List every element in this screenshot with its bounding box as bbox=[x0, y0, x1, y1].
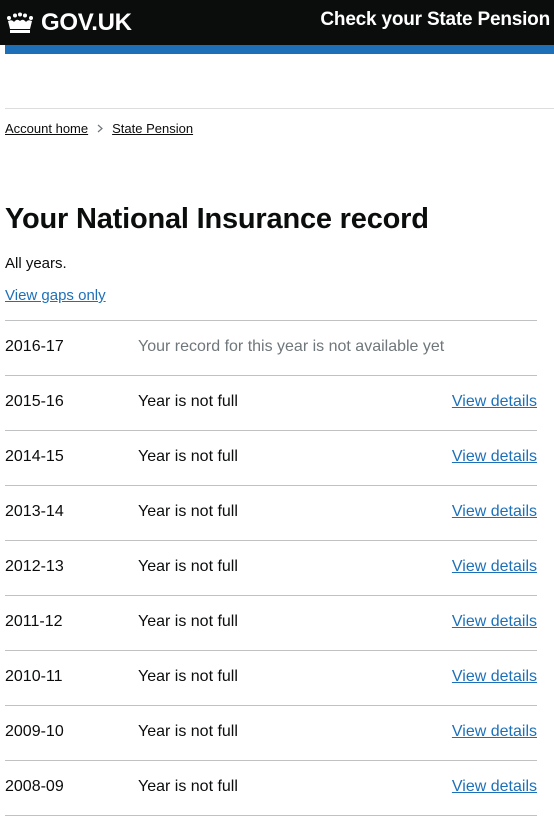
breadcrumb-state-pension[interactable]: State Pension bbox=[112, 121, 193, 136]
record-status: Year is not full bbox=[138, 503, 238, 520]
record-row: 2012-13 Year is not full View details bbox=[5, 541, 537, 596]
view-details-link[interactable]: View details bbox=[452, 723, 537, 741]
site-header: GOV.UK Check your State Pension bbox=[0, 0, 554, 45]
record-year: 2016-17 bbox=[5, 338, 64, 355]
record-status: Year is not full bbox=[138, 668, 238, 685]
record-row: 2010-11 Year is not full View details bbox=[5, 651, 537, 706]
view-details-link[interactable]: View details bbox=[452, 558, 537, 576]
record-year: 2014-15 bbox=[5, 448, 64, 465]
view-details-link[interactable]: View details bbox=[452, 613, 537, 631]
service-name-link[interactable]: Check your State Pension bbox=[320, 9, 550, 31]
record-year: 2008-09 bbox=[5, 778, 64, 795]
record-status: Year is not full bbox=[138, 393, 238, 410]
record-year: 2009-10 bbox=[5, 723, 64, 740]
record-status: Year is not full bbox=[138, 778, 238, 795]
divider bbox=[5, 108, 554, 109]
record-row: 2014-15 Year is not full View details bbox=[5, 431, 537, 486]
records-list: 2016-17 Your record for this year is not… bbox=[5, 321, 537, 816]
record-status: Year is not full bbox=[138, 613, 238, 630]
record-row: 2016-17 Your record for this year is not… bbox=[5, 321, 537, 376]
record-year: 2015-16 bbox=[5, 393, 64, 410]
view-details-link[interactable]: View details bbox=[452, 448, 537, 466]
breadcrumb: Account home State Pension bbox=[5, 121, 193, 136]
view-details-link[interactable]: View details bbox=[452, 503, 537, 521]
page-subtitle: All years. bbox=[5, 255, 67, 272]
record-year: 2011-12 bbox=[5, 613, 63, 630]
record-row: 2008-09 Year is not full View details bbox=[5, 761, 537, 816]
page-title: Your National Insurance record bbox=[5, 203, 429, 235]
record-year: 2012-13 bbox=[5, 558, 64, 575]
record-year: 2010-11 bbox=[5, 668, 63, 685]
record-row: 2015-16 Year is not full View details bbox=[5, 376, 537, 431]
record-row: 2011-12 Year is not full View details bbox=[5, 596, 537, 651]
header-accent-bar bbox=[5, 45, 554, 54]
view-details-link[interactable]: View details bbox=[452, 778, 537, 796]
chevron-right-icon bbox=[97, 121, 104, 136]
crown-icon bbox=[7, 12, 33, 33]
govuk-logo-link[interactable]: GOV.UK bbox=[5, 7, 132, 39]
record-row: 2009-10 Year is not full View details bbox=[5, 706, 537, 761]
view-details-link[interactable]: View details bbox=[452, 393, 537, 411]
record-row: 2013-14 Year is not full View details bbox=[5, 486, 537, 541]
view-details-link[interactable]: View details bbox=[452, 668, 537, 686]
record-status: Year is not full bbox=[138, 723, 238, 740]
logo-text: GOV.UK bbox=[41, 9, 132, 36]
record-year: 2013-14 bbox=[5, 503, 64, 520]
record-status: Your record for this year is not availab… bbox=[138, 338, 445, 355]
record-status: Year is not full bbox=[138, 558, 238, 575]
record-status: Year is not full bbox=[138, 448, 238, 465]
view-gaps-only-link[interactable]: View gaps only bbox=[5, 287, 106, 304]
breadcrumb-account-home[interactable]: Account home bbox=[5, 121, 88, 136]
